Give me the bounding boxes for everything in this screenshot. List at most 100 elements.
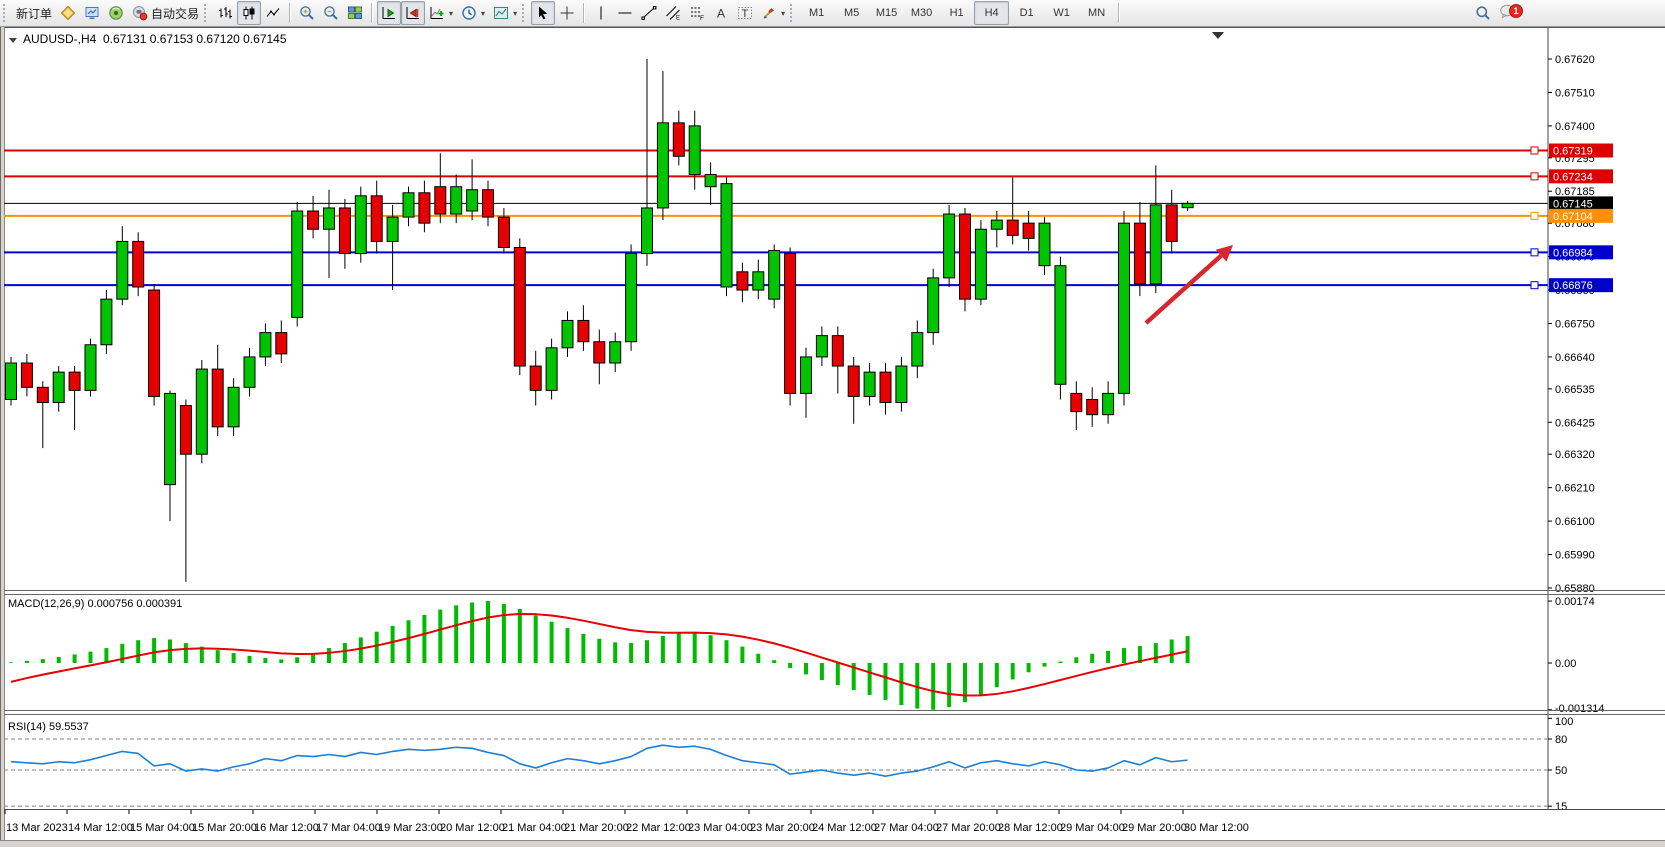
candle-body-bull (292, 211, 303, 317)
candle-body-bear (1023, 223, 1034, 238)
text-label-button[interactable]: T (733, 1, 757, 25)
news-icon[interactable] (104, 1, 128, 25)
pane-separator[interactable] (4, 710, 1665, 711)
pane-border-top (4, 27, 1665, 28)
macd-histogram-bar (677, 633, 681, 663)
candle-body-bear (832, 336, 843, 366)
candle-body-bear (530, 366, 541, 390)
toolbar-grip[interactable] (204, 4, 210, 22)
autotrade-icon (132, 5, 148, 21)
rsi-tick-label: 100 (1555, 716, 1573, 728)
toolbar-grip[interactable] (790, 4, 796, 22)
crosshair-button[interactable] (555, 1, 579, 25)
timeframe-button-d1[interactable]: D1 (1009, 1, 1044, 25)
autotrade-button[interactable]: 自动交易 (128, 1, 203, 25)
timeframe-button-h1[interactable]: H1 (939, 1, 974, 25)
search-button[interactable] (1471, 1, 1495, 25)
candle-body-bear (785, 254, 796, 394)
trendline-button[interactable] (637, 1, 661, 25)
cursor-button[interactable] (531, 1, 555, 25)
periods-button[interactable]: ▾ (457, 1, 489, 25)
notification-badge: 1 (1509, 4, 1523, 18)
svg-text:F: F (700, 15, 704, 21)
pane-separator[interactable] (4, 594, 1665, 595)
candle-body-bear (1087, 399, 1098, 414)
arrows-tool-button[interactable]: ▾ (757, 1, 789, 25)
timeframe-button-w1[interactable]: W1 (1044, 1, 1079, 25)
templates-button[interactable]: ▾ (489, 1, 521, 25)
timeframe-button-m5[interactable]: M5 (834, 1, 869, 25)
chart-window[interactable]: 0.676200.675100.674000.672950.671850.670… (0, 27, 1665, 846)
chart-line-button[interactable] (261, 1, 285, 25)
chart-profile-icon[interactable] (80, 1, 104, 25)
timeframe-button-h4[interactable]: H4 (974, 1, 1009, 25)
price-tick-label: 0.65880 (1555, 583, 1595, 595)
candle-body-bull (165, 393, 176, 484)
macd-histogram-bar (931, 663, 935, 710)
separator (289, 3, 291, 23)
vertical-line-button[interactable] (589, 1, 613, 25)
horizontal-line-icon (617, 5, 633, 21)
text-button[interactable]: A (709, 1, 733, 25)
chart-bars-button[interactable] (213, 1, 237, 25)
candle-body-bear (276, 333, 287, 354)
notifications-button[interactable]: 1 (1495, 1, 1525, 25)
price-tick-label: 0.66425 (1555, 417, 1595, 429)
macd-histogram-bar (104, 648, 108, 663)
candle-body-bull (387, 217, 398, 241)
chart-title: AUDUSD-,H4 (23, 32, 97, 46)
timeframe-button-mn[interactable]: MN (1079, 1, 1114, 25)
macd-histogram-bar (1011, 663, 1015, 679)
chart-candles-button[interactable] (237, 1, 261, 25)
macd-histogram-bar (343, 643, 347, 663)
time-tick-label: 15 Mar 20:00 (192, 822, 257, 834)
zoom-in-button[interactable] (295, 1, 319, 25)
candle-body-bear (435, 187, 446, 214)
vertical-line-icon (593, 5, 609, 21)
pane-separator[interactable] (4, 590, 1665, 591)
macd-histogram-bar (566, 628, 570, 663)
timeframe-button-m15[interactable]: M15 (869, 1, 904, 25)
macd-histogram-bar (836, 663, 840, 685)
new-order-icon[interactable] (56, 1, 80, 25)
auto-scroll-button[interactable] (377, 1, 401, 25)
trendline-icon (641, 5, 657, 21)
tile-windows-button[interactable] (343, 1, 367, 25)
candle-body-bear (37, 387, 48, 402)
hline-handle-resistance-2[interactable] (1531, 173, 1538, 180)
fibonacci-button[interactable]: F (685, 1, 709, 25)
hline-handle-support-1[interactable] (1531, 249, 1538, 256)
toolbar-grip[interactable] (522, 4, 528, 22)
candle-body-bear (880, 372, 891, 402)
hline-handle-resistance-1[interactable] (1531, 147, 1538, 154)
rsi-tick-label: 80 (1555, 734, 1567, 746)
svg-text:T: T (742, 8, 749, 20)
pane-separator[interactable] (4, 714, 1665, 715)
macd-histogram-bar (868, 663, 872, 695)
time-tick-label: 21 Mar 04:00 (502, 822, 567, 834)
channel-icon: E (665, 5, 681, 21)
horizontal-line-button[interactable] (613, 1, 637, 25)
candle-body-bear (69, 372, 80, 390)
time-tick-label: 16 Mar 12:00 (254, 822, 319, 834)
hline-handle-support-2[interactable] (1531, 282, 1538, 289)
timeframe-button-m1[interactable]: M1 (799, 1, 834, 25)
price-badge-label: 0.67234 (1553, 171, 1593, 183)
macd-histogram-bar (1154, 643, 1158, 663)
zoom-out-button[interactable] (319, 1, 343, 25)
hline-handle-pivot-orange[interactable] (1531, 212, 1538, 219)
time-tick-label: 21 Mar 20:00 (564, 822, 629, 834)
crosshair-icon (559, 5, 575, 21)
chart-shift-button[interactable] (401, 1, 425, 25)
toolbar-grip[interactable] (3, 4, 9, 22)
macd-histogram-bar (1043, 663, 1047, 667)
candle-body-bull (85, 345, 96, 391)
candle-body-bull (1182, 203, 1193, 207)
candle-body-bull (196, 369, 207, 454)
timeframe-button-m30[interactable]: M30 (904, 1, 939, 25)
indicators-button[interactable]: ▾ (425, 1, 457, 25)
equidistant-channel-button[interactable]: E (661, 1, 685, 25)
macd-histogram-bar (661, 636, 665, 663)
macd-histogram-bar (57, 657, 61, 663)
new-order-button[interactable]: 新订单 (12, 1, 56, 25)
